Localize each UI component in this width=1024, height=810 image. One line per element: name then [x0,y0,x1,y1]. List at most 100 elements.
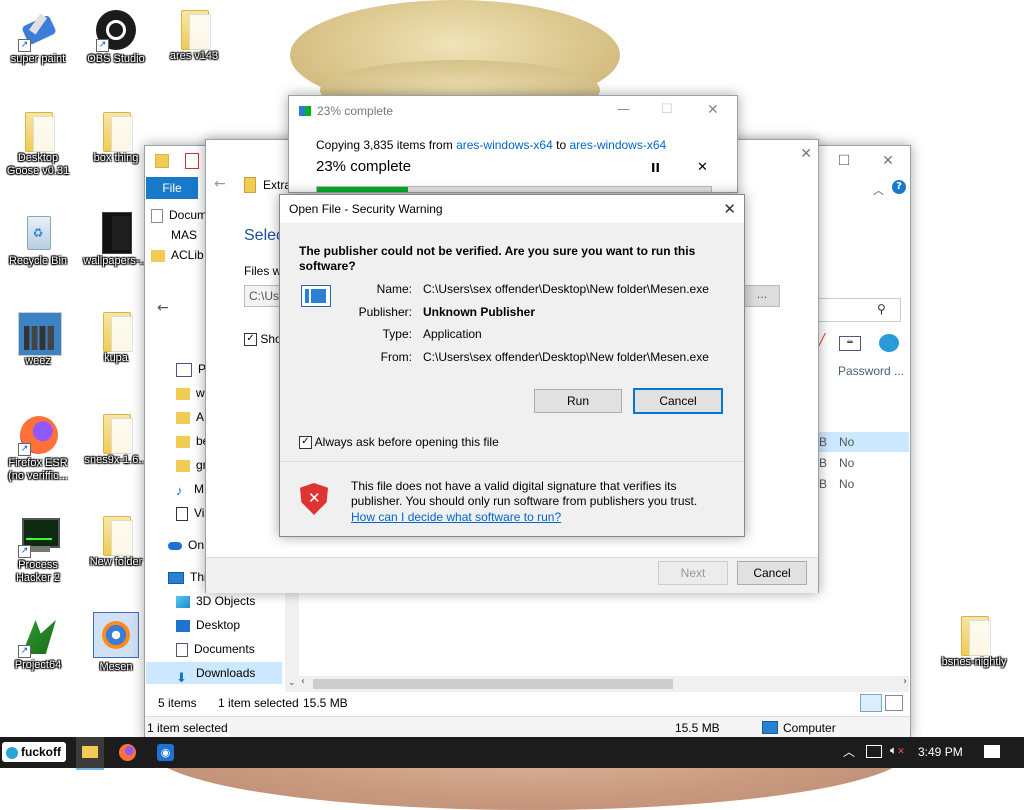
copying-prefix: Copying 3,835 items from [316,138,453,152]
details-view-icon[interactable] [860,694,882,712]
close-button[interactable]: ✕ [723,200,736,218]
folder-icon [176,411,190,424]
desktop-icon-desktop-goose[interactable]: Desktop Goose v0.31 [2,112,74,178]
folder-icon [151,249,165,262]
nav-item[interactable]: ♪ M [176,482,204,498]
name-value: C:\Users\sex offender\Desktop\New folder… [423,282,709,296]
quick-item[interactable]: ACLib [151,248,207,268]
maximize-button[interactable]: ☐ [661,102,673,117]
scroll-right-icon[interactable]: › [903,676,907,687]
collapse-ribbon-icon[interactable]: ︿ [873,182,884,198]
close-button[interactable]: ✕ [866,146,910,176]
cancel-copy-button[interactable]: ✕ [697,160,708,175]
size-cell: B [819,456,828,470]
show-hidden-icons-icon[interactable]: ︿ [843,743,855,760]
globe-icon[interactable] [879,334,899,352]
clock[interactable]: 3:49 PM [918,745,963,759]
nav-item[interactable]: w [176,386,205,400]
properties-icon[interactable] [185,153,199,169]
close-button[interactable]: ✕ [800,146,812,162]
scroll-thumb[interactable] [313,679,673,689]
quick-item[interactable]: MAS [151,228,207,248]
taskbar-obs[interactable]: ◉ [152,737,180,768]
desktop-icon-firefox-esr[interactable]: ↗ Firefox ESR (no veriffic... [2,414,74,483]
shortcut-arrow-icon: ↗ [18,443,31,456]
file-row[interactable]: B No [819,453,909,473]
cancel-button[interactable]: Cancel [737,561,807,585]
source-link[interactable]: ares-windows-x64 [456,138,553,152]
nav-item-documents[interactable]: Documents [176,642,255,657]
horizontal-scrollbar[interactable]: ‹ › [299,676,909,692]
network-icon[interactable] [866,745,882,758]
file-explorer-icon [82,746,98,758]
desktop-icon-super-paint[interactable]: ↗ super paint [2,10,74,66]
nav-item-3d-objects[interactable]: 3D Objects [176,594,255,608]
scroll-down-icon[interactable]: ⌄ [288,678,296,688]
computer-icon [168,571,184,584]
nav-item-onedrive[interactable]: On [168,538,204,552]
taskbar-file-explorer[interactable] [76,737,104,770]
run-button[interactable]: Run [534,389,622,413]
desktop-icon-kupa[interactable]: kupa [80,312,152,365]
large-icons-view-icon[interactable] [885,695,903,711]
desktop-icon-mesen[interactable]: Mesen [80,612,152,674]
desktop-icon-recycle-bin[interactable]: ♻ Recycle Bin [2,212,74,268]
password-cell: No [839,477,855,491]
start-button[interactable]: fuckoff [2,742,66,762]
desktop-icon-box-thing[interactable]: box thing [80,112,152,165]
publisher-label: Publisher: [358,305,412,319]
card-icon[interactable]: ═ [839,336,861,351]
nav-item[interactable]: gr [176,458,207,472]
desktop-icon-process-hacker[interactable]: ↗ Process Hacker 2 [2,516,74,585]
desktop-icon-bsnes-nightly[interactable]: bsnes-nightly [938,616,1010,669]
maximize-button[interactable]: ☐ [822,146,866,176]
cancel-button[interactable]: Cancel [633,388,723,414]
pause-button[interactable]: II [651,161,660,175]
videos-icon [176,506,188,521]
minimize-button[interactable]: — [617,102,630,117]
desktop-icon-obs-studio[interactable]: ↗ OBS Studio [80,10,152,66]
folder-icon [99,414,133,454]
show-files-checkbox[interactable]: ✓ Sho [244,332,282,347]
always-ask-checkbox[interactable]: ✓ Always ask before opening this file [299,435,499,450]
back-arrow-icon[interactable]: ← [214,176,226,192]
quick-item[interactable]: Docum [151,208,207,228]
desktop-icon-ares[interactable]: ares v143 [158,10,230,63]
quick-item-label: Docum [169,208,208,222]
nav-item-label: Vi [194,506,205,520]
password-cell: No [839,456,855,470]
bottom-location: Computer [783,721,836,735]
taskbar-firefox[interactable] [114,737,142,768]
next-button[interactable]: Next [658,561,728,585]
volume-muted-icon[interactable]: 🔈︎✕ [890,743,905,758]
close-button[interactable]: ✕ [707,102,719,118]
desktop-icon-snes9x[interactable]: snes9x-1.6... [80,414,152,467]
column-header-password[interactable]: Password ... [838,364,904,378]
desktop-icon-label: Desktop Goose v0.31 [6,152,70,177]
nav-item-this-pc[interactable]: Thi [168,570,207,584]
back-arrow-icon[interactable]: ← [157,300,169,316]
desktop-icon-wallpapers[interactable]: wallpapers-... [80,212,152,268]
type-value: Application [423,327,482,341]
scroll-left-icon[interactable]: ‹ [301,676,305,687]
file-row[interactable]: B No [819,432,909,452]
destination-link[interactable]: ares-windows-x64 [569,138,666,152]
nav-item[interactable]: Pi [176,362,209,377]
desktop-icon-weez[interactable]: weez [2,312,74,368]
desktop-icon-label: Process Hacker 2 [15,559,61,584]
bottom-status-bar: 1 item selected 15.5 MB Computer [145,716,910,739]
help-link[interactable]: How can I decide what software to run? [351,510,561,524]
nav-item-downloads[interactable]: ⬇ Downloads [146,662,282,685]
help-icon[interactable]: ? [892,180,906,194]
file-tab[interactable]: File [146,177,198,199]
desktop-icon-new-folder[interactable]: New folder [80,516,152,569]
nav-item[interactable]: Vi [176,506,204,521]
notifications-icon[interactable] [984,745,1000,758]
folder-icon [99,312,133,352]
desktop-icon [176,619,190,632]
file-row[interactable]: B No [819,474,909,494]
browse-button[interactable]: ... [744,285,780,307]
nav-item[interactable]: A [176,410,204,424]
desktop-icon-project64[interactable]: ↗ Project64 [2,616,74,672]
nav-item-desktop[interactable]: Desktop [176,618,240,632]
